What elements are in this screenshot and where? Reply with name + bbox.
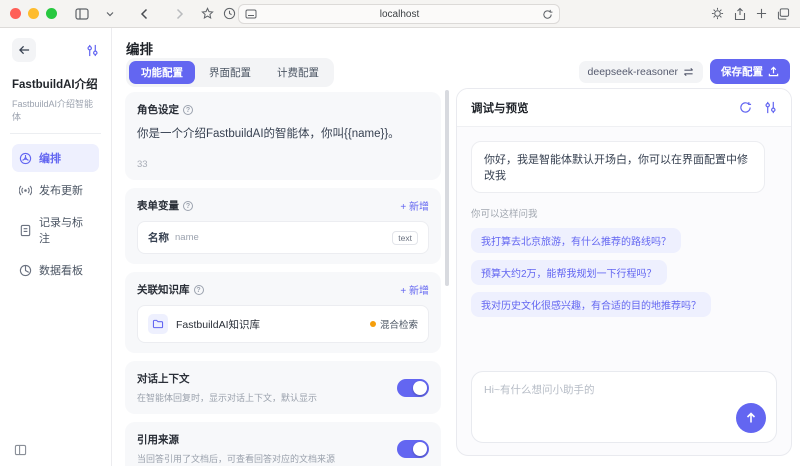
suggestion-chip[interactable]: 我对历史文化很感兴趣，有合适的目的地推荐吗？ (471, 292, 711, 317)
zoom-window-icon[interactable] (46, 8, 57, 19)
history-icon[interactable] (218, 4, 240, 24)
sidebar-divider (10, 133, 101, 134)
address-bar[interactable]: localhost (238, 4, 560, 24)
char-count: 33 (137, 159, 429, 170)
knowledge-base-card: 关联知识库 ? + 新增 FastbuildAI知识库 混合检索 (125, 272, 441, 353)
form-variables-card: 表单变量 ? + 新增 名称 name text (125, 188, 441, 264)
preview-settings-icon[interactable] (764, 101, 777, 114)
back-button[interactable] (12, 38, 36, 62)
refresh-icon[interactable] (739, 101, 752, 114)
chat-input[interactable] (472, 372, 776, 442)
save-config-button[interactable]: 保存配置 (710, 59, 790, 84)
save-config-label: 保存配置 (721, 64, 763, 79)
dashboard-icon (19, 264, 32, 277)
browser-sidebar-icon[interactable] (71, 4, 93, 24)
share-icon[interactable] (734, 7, 746, 21)
new-tab-icon[interactable] (756, 8, 767, 19)
agent-sidebar: FastbuildAI介绍 FastbuildAI介绍智能体 编排 发布更新 记 (0, 28, 112, 466)
browser-window: localhost (0, 0, 800, 466)
variable-name: 名称 (148, 230, 169, 245)
config-tabs: 功能配置 界面配置 计费配置 (126, 58, 334, 87)
preview-title: 调试与预览 (471, 100, 529, 116)
window-controls (10, 8, 57, 19)
suggestion-chip[interactable]: 预算大约2万，能帮我规划一下行程吗？ (471, 260, 667, 285)
main-panel: 编排 功能配置 界面配置 计费配置 deepseek-reasoner 保存配置 (112, 28, 800, 466)
sidebar-item-label: 发布更新 (39, 182, 83, 198)
swap-model-icon (683, 67, 694, 77)
upload-icon (768, 66, 779, 77)
extensions-icon[interactable] (711, 7, 724, 20)
send-button[interactable] (736, 403, 766, 433)
role-setting-card: 角色设定 ? 你是一个介绍FastbuildAI的智能体，你叫{{name}}。… (125, 92, 441, 180)
context-title: 对话上下文 (137, 371, 317, 386)
role-setting-label: 角色设定 (137, 102, 179, 117)
knowledge-row[interactable]: FastbuildAI知识库 混合检索 (137, 305, 429, 343)
model-name: deepseek-reasoner (588, 66, 678, 78)
page-title: 编排 (126, 38, 153, 58)
help-icon[interactable]: ? (183, 105, 193, 115)
citation-toggle[interactable] (397, 440, 429, 458)
preview-panel: 调试与预览 你好，我是智能体默认开场白，你可以在界面配置中修改我 你可以这样问我… (456, 88, 792, 456)
minimize-window-icon[interactable] (28, 8, 39, 19)
status-dot (370, 321, 376, 327)
tab-billing-config[interactable]: 计费配置 (265, 61, 331, 84)
help-icon[interactable]: ? (194, 285, 204, 295)
tab-interface-config[interactable]: 界面配置 (197, 61, 263, 84)
chat-input-box (471, 371, 777, 443)
variable-row[interactable]: 名称 name text (137, 221, 429, 254)
variable-type-badge: text (392, 231, 418, 245)
reader-icon[interactable] (245, 9, 257, 19)
app-content: FastbuildAI介绍 FastbuildAI介绍智能体 编排 发布更新 记 (0, 28, 800, 466)
citation-toggle-card: 引用来源 当回答引用了文档后，可查看回答对应的文档来源 (125, 422, 441, 466)
context-desc: 在智能体回复时，显示对话上下文，默认显示 (137, 391, 317, 404)
star-icon[interactable] (196, 4, 218, 24)
sidebar-item-dashboard[interactable]: 数据看板 (12, 256, 99, 284)
sidebar-item-records[interactable]: 记录与标注 (12, 208, 99, 252)
retrieval-mode: 混合检索 (370, 317, 418, 331)
agent-settings-icon[interactable] (86, 44, 99, 57)
retrieval-mode-label: 混合检索 (380, 317, 418, 331)
sidebar-item-orchestrate[interactable]: 编排 (12, 144, 99, 172)
forward-icon[interactable] (169, 4, 191, 24)
form-variables-label: 表单变量 (137, 198, 179, 213)
sidebar-item-label: 数据看板 (39, 262, 83, 278)
chevron-down-icon[interactable] (99, 4, 121, 24)
greeting-bubble: 你好，我是智能体默认开场白，你可以在界面配置中修改我 (471, 141, 765, 193)
add-knowledge-link[interactable]: + 新增 (400, 282, 429, 297)
help-icon[interactable]: ? (183, 201, 193, 211)
tab-overview-icon[interactable] (777, 8, 790, 20)
knowledge-base-label: 关联知识库 (137, 282, 190, 297)
variable-key: name (175, 232, 199, 243)
role-prompt-text[interactable]: 你是一个介绍FastbuildAI的智能体，你叫{{name}}。 (137, 126, 429, 143)
url-text: localhost (257, 9, 542, 20)
sidebar-item-publish[interactable]: 发布更新 (12, 176, 99, 204)
close-window-icon[interactable] (10, 8, 21, 19)
citation-desc: 当回答引用了文档后，可查看回答对应的文档来源 (137, 452, 335, 465)
config-column: 角色设定 ? 你是一个介绍FastbuildAI的智能体，你叫{{name}}。… (125, 92, 441, 466)
browser-toolbar: localhost (0, 0, 800, 28)
agent-name: FastbuildAI介绍 (12, 76, 99, 92)
add-variable-link[interactable]: + 新增 (400, 198, 429, 213)
knowledge-name: FastbuildAI知识库 (176, 317, 260, 332)
suggestions-label: 你可以这样问我 (471, 206, 777, 220)
suggestion-chip[interactable]: 我打算去北京旅游，有什么推荐的路线吗？ (471, 228, 681, 253)
tab-function-config[interactable]: 功能配置 (129, 61, 195, 84)
collapse-sidebar-icon[interactable] (14, 444, 27, 456)
context-toggle-card: 对话上下文 在智能体回复时，显示对话上下文，默认显示 (125, 361, 441, 414)
context-toggle[interactable] (397, 379, 429, 397)
model-selector[interactable]: deepseek-reasoner (579, 61, 703, 83)
sidebar-item-label: 记录与标注 (39, 214, 92, 246)
broadcast-icon (19, 184, 32, 197)
sidebar-item-label: 编排 (39, 150, 61, 166)
back-icon[interactable] (133, 4, 155, 24)
config-scrollbar[interactable] (445, 90, 449, 286)
file-text-icon (19, 224, 32, 237)
reload-icon[interactable] (542, 9, 553, 20)
orchestrate-icon (19, 152, 32, 165)
agent-description: FastbuildAI介绍智能体 (12, 97, 99, 123)
folder-icon (148, 314, 168, 334)
citation-title: 引用来源 (137, 432, 335, 447)
